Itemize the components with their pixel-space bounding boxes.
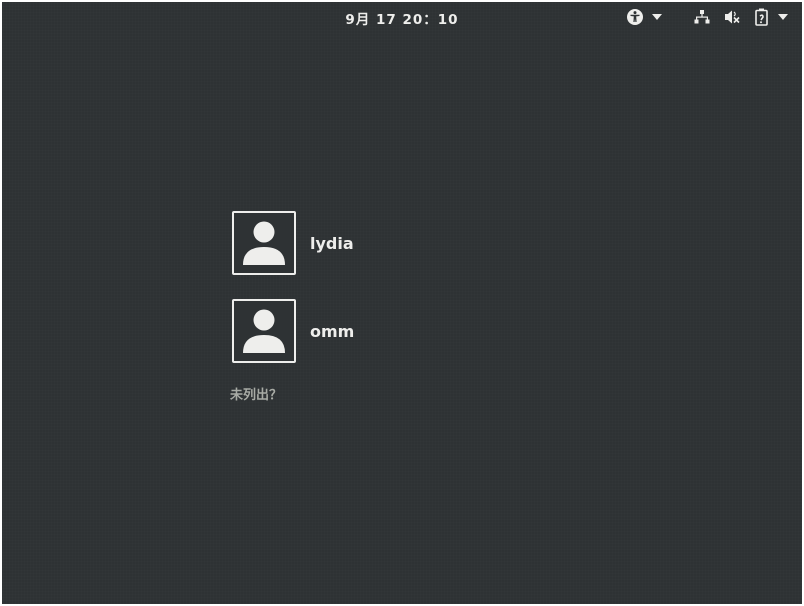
chevron-down-icon	[652, 14, 662, 20]
chevron-down-icon	[778, 14, 788, 20]
system-menu[interactable]	[694, 7, 788, 27]
user-list: lydia omm	[232, 211, 492, 387]
login-screen: 9月 17 20：10 lydia omm 未列出？	[2, 2, 802, 604]
user-avatar-icon	[232, 299, 296, 363]
user-avatar-icon	[232, 211, 296, 275]
top-bar: 9月 17 20：10	[2, 2, 802, 32]
user-name: lydia	[310, 234, 354, 253]
user-row-lydia[interactable]: lydia	[232, 211, 492, 275]
user-name: omm	[310, 322, 355, 341]
accessibility-menu[interactable]	[626, 7, 662, 27]
network-wired-icon	[694, 9, 710, 25]
clock[interactable]: 9月 17 20：10	[2, 8, 802, 28]
volume-muted-icon	[724, 9, 742, 25]
accessibility-icon	[626, 8, 644, 26]
battery-icon	[754, 8, 770, 26]
user-row-omm[interactable]: omm	[232, 299, 492, 363]
not-listed-link[interactable]: 未列出？	[230, 384, 282, 403]
